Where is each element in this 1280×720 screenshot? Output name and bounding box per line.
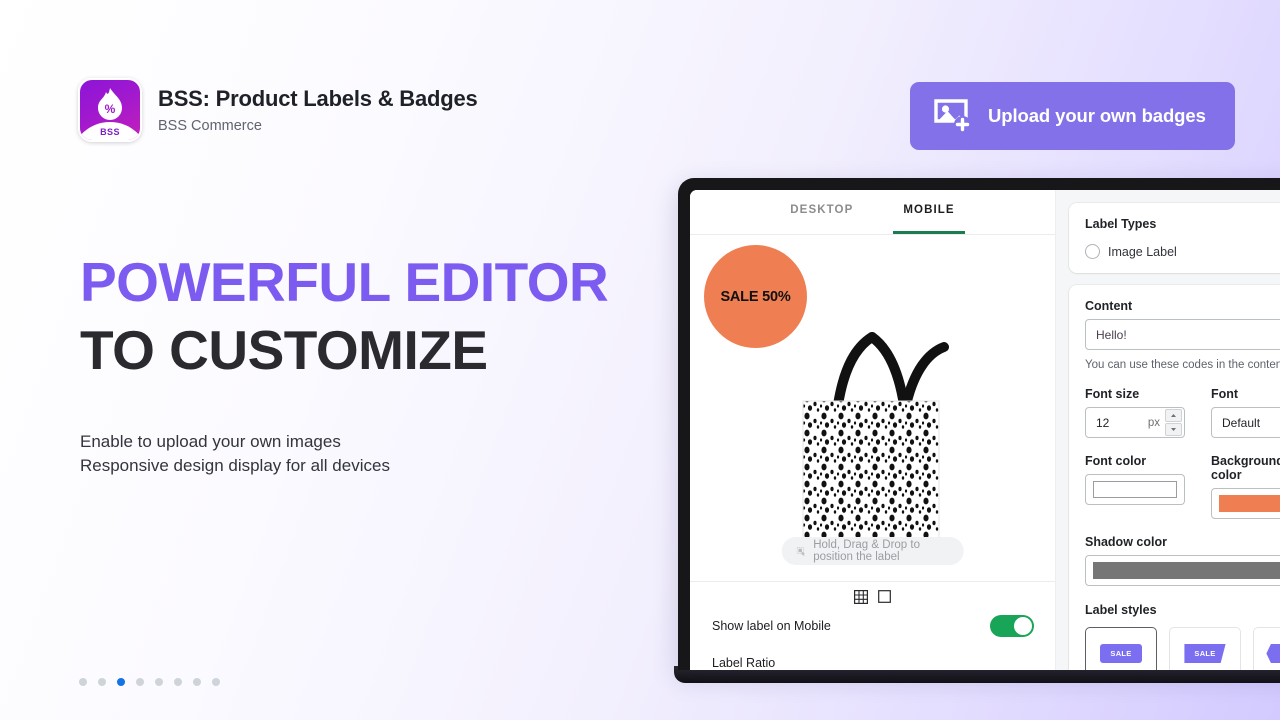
color-row: Font color Background color — [1085, 454, 1280, 519]
app-title: BSS: Product Labels & Badges — [158, 86, 478, 112]
preview-footer: Show label on Mobile Label Ratio — [690, 581, 1055, 670]
label-styles-field: Label styles SALE SALE SALE — [1085, 603, 1280, 670]
carousel-dot[interactable] — [193, 678, 201, 686]
device-tabs: DESKTOP MOBILE — [690, 190, 1055, 235]
font-select[interactable]: Default — [1211, 407, 1280, 438]
tote-bag-image — [802, 332, 949, 548]
label-preview-panel: DESKTOP MOBILE SALE 50% Hold, Drag & Dro… — [690, 190, 1056, 670]
label-types-title: Label Types — [1085, 217, 1157, 231]
carousel-dot[interactable] — [98, 678, 106, 686]
shadow-color-field: Shadow color — [1085, 535, 1280, 586]
font-size-unit: px — [1147, 416, 1160, 429]
label-style-ribbon-tag: SALE — [1184, 644, 1226, 663]
background-color-field: Background color — [1211, 454, 1280, 519]
label-style-rect[interactable]: SALE — [1085, 627, 1157, 670]
toggle-knob — [1014, 617, 1032, 635]
flame-percent-icon: % — [98, 88, 122, 120]
hero-subtext: Enable to upload your own images Respons… — [80, 430, 680, 478]
hero-headline-line1: POWERFUL EDITOR — [80, 251, 609, 313]
laptop-mockup: DESKTOP MOBILE SALE 50% Hold, Drag & Dro… — [674, 178, 1280, 683]
font-size-label: Font size — [1085, 387, 1140, 401]
add-image-icon — [934, 99, 971, 133]
app-identity: BSS: Product Labels & Badges BSS Commerc… — [158, 86, 478, 133]
label-styles-title: Label styles — [1085, 603, 1157, 617]
label-style-ribbon[interactable]: SALE — [1169, 627, 1241, 670]
font-size-input[interactable]: 12 px — [1085, 407, 1185, 438]
font-color-picker[interactable] — [1085, 474, 1185, 505]
font-size-value: 12 — [1096, 415, 1110, 430]
drag-hint-text: Hold, Drag & Drop to position the label — [813, 539, 920, 563]
content-input-value: Hello! — [1096, 327, 1127, 342]
view-mode-icons — [704, 590, 1041, 605]
laptop-bezel: DESKTOP MOBILE SALE 50% Hold, Drag & Dro… — [678, 178, 1280, 670]
label-content-card: Content Hello! You can use these codes i… — [1069, 285, 1280, 670]
label-types-card: Label Types Image Label Text Label — [1069, 203, 1280, 273]
upload-badges-label: Upload your own badges — [988, 105, 1206, 126]
product-stage: SALE 50% Hold, Drag & Drop to position t… — [690, 235, 1055, 581]
tab-desktop[interactable]: DESKTOP — [790, 204, 853, 234]
background-color-swatch — [1219, 495, 1280, 512]
move-selection-icon — [796, 546, 805, 556]
label-style-arrow[interactable]: SALE — [1253, 627, 1280, 670]
carousel-dot[interactable] — [136, 678, 144, 686]
carousel-dots[interactable] — [79, 678, 220, 686]
radio-image-label[interactable]: Image Label — [1085, 244, 1177, 259]
show-label-mobile-toggle[interactable] — [990, 615, 1034, 637]
upload-badges-button[interactable]: Upload your own badges — [910, 82, 1235, 150]
carousel-dot[interactable] — [79, 678, 87, 686]
font-row: Font size 12 px Font Default — [1085, 387, 1280, 438]
sale-badge-text: SALE 50% — [720, 288, 791, 305]
radio-image-label-text: Image Label — [1108, 244, 1177, 259]
hero-subtext-line2: Responsive design display for all device… — [80, 456, 390, 476]
content-helper: You can use these codes in the content: … — [1085, 359, 1280, 371]
app-header: % BSS BSS: Product Labels & Badges BSS C… — [78, 78, 478, 142]
font-family-field: Font Default — [1211, 387, 1280, 438]
font-select-value: Default — [1222, 415, 1261, 430]
label-settings-panel: Label Types Image Label Text Label Cont — [1056, 190, 1280, 670]
logo-wordmark: BSS — [100, 127, 120, 137]
font-color-swatch — [1093, 481, 1177, 498]
stepper-up-icon[interactable] — [1165, 409, 1182, 422]
label-style-arrow-tag: SALE — [1266, 644, 1280, 663]
app-logo: % BSS — [78, 78, 142, 142]
font-label: Font — [1211, 387, 1239, 401]
label-style-rect-tag: SALE — [1100, 644, 1142, 663]
laptop-screen: DESKTOP MOBILE SALE 50% Hold, Drag & Dro… — [690, 190, 1280, 670]
svg-text:%: % — [105, 102, 116, 116]
shadow-color-swatch — [1093, 562, 1280, 579]
content-input[interactable]: Hello! — [1085, 319, 1280, 350]
drag-hint: Hold, Drag & Drop to position the label — [781, 537, 964, 565]
content-helper-text: You can use these codes in the content: — [1085, 359, 1280, 371]
grid-view-icon[interactable] — [854, 590, 869, 605]
show-label-mobile-row: Show label on Mobile — [704, 615, 1041, 637]
app-vendor: BSS Commerce — [158, 117, 262, 134]
label-types-options: Image Label Text Label — [1085, 244, 1280, 259]
show-label-mobile-label: Show label on Mobile — [712, 619, 831, 633]
carousel-dot[interactable] — [212, 678, 220, 686]
content-title: Content — [1085, 299, 1133, 313]
stepper-down-icon[interactable] — [1165, 423, 1182, 436]
shadow-color-label: Shadow color — [1085, 535, 1167, 549]
hero-subtext-line1: Enable to upload your own images — [80, 432, 341, 452]
single-view-icon[interactable] — [878, 590, 891, 604]
carousel-dot-active[interactable] — [117, 678, 125, 686]
font-color-label: Font color — [1085, 454, 1147, 468]
font-color-field: Font color — [1085, 454, 1185, 519]
font-size-field: Font size 12 px — [1085, 387, 1185, 438]
background-color-picker[interactable] — [1211, 488, 1280, 519]
shadow-color-picker[interactable] — [1085, 555, 1280, 586]
tab-mobile[interactable]: MOBILE — [893, 204, 966, 234]
hero-section: POWERFUL EDITOR TO CUSTOMIZE Enable to u… — [80, 251, 680, 478]
hero-headline-line2: TO CUSTOMIZE — [80, 318, 488, 381]
sale-badge[interactable]: SALE 50% — [704, 245, 807, 348]
background-color-label: Background color — [1211, 454, 1280, 482]
label-styles-options: SALE SALE SALE — [1085, 627, 1280, 670]
label-ratio-label: Label Ratio — [712, 656, 776, 670]
carousel-dot[interactable] — [174, 678, 182, 686]
carousel-dot[interactable] — [155, 678, 163, 686]
font-size-stepper[interactable] — [1165, 409, 1182, 436]
radio-circle — [1085, 244, 1100, 259]
